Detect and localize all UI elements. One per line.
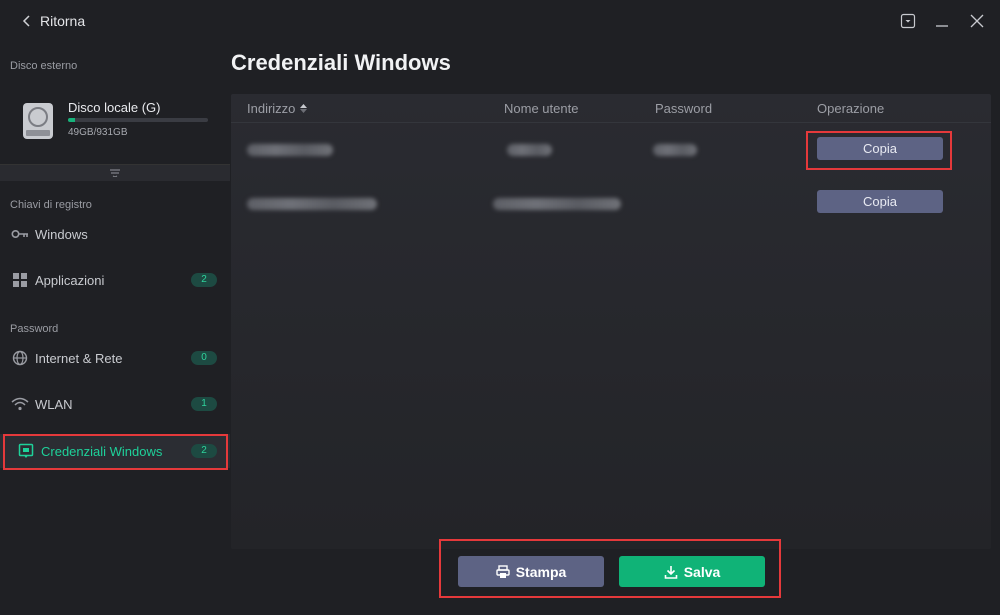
disk-size: 49GB/931GB — [68, 127, 128, 138]
copy-button[interactable]: Copia — [817, 190, 943, 213]
column-header-operation: Operazione — [817, 101, 885, 116]
back-label: Ritorna — [40, 13, 86, 29]
hard-disk-icon — [23, 103, 53, 139]
redacted-address — [247, 198, 377, 210]
close-button[interactable] — [966, 10, 988, 32]
minimize-button[interactable] — [931, 10, 953, 32]
close-icon — [970, 14, 984, 28]
sidebar: Disco esterno Disco locale (G) 49GB/931G… — [0, 42, 230, 615]
disk-usage-fill — [68, 118, 76, 122]
sidebar-item-label: Applicazioni — [35, 272, 105, 288]
sidebar-item-label: Windows — [35, 226, 88, 242]
copy-button[interactable]: Copia — [817, 137, 943, 160]
sidebar-item-wlan[interactable]: WLAN 1 — [0, 387, 230, 421]
password-section-label: Password — [10, 323, 59, 335]
grid-icon — [11, 271, 29, 289]
sidebar-item-internet[interactable]: Internet & Rete 0 — [0, 341, 230, 375]
sidebar-item-label: Internet & Rete — [35, 350, 123, 366]
page-title: Credenziali Windows — [231, 50, 451, 75]
chevron-left-icon — [22, 15, 30, 27]
column-header-username: Nome utente — [504, 101, 579, 116]
redacted-password — [653, 144, 697, 156]
sidebar-item-label: WLAN — [35, 396, 73, 412]
disk-name: Disco locale (G) — [68, 100, 161, 115]
key-icon — [11, 225, 29, 243]
dropdown-menu-button[interactable] — [897, 10, 919, 32]
sidebar-item-label: Credenziali Windows — [41, 443, 163, 459]
sidebar-item-applications[interactable]: Applicazioni 2 — [0, 263, 230, 297]
count-badge: 2 — [191, 444, 217, 458]
save-label: Salva — [683, 563, 721, 580]
credentials-table: Indirizzo Nome utente Password Operazion… — [231, 94, 991, 549]
column-header-password: Password — [655, 101, 713, 116]
save-button[interactable]: Salva — [619, 556, 765, 587]
disk-usage-bar — [68, 118, 208, 122]
column-header-address[interactable]: Indirizzo — [247, 101, 308, 116]
globe-icon — [11, 349, 29, 367]
redacted-username — [493, 198, 621, 210]
sidebar-item-windows-credentials[interactable]: Credenziali Windows 2 — [0, 434, 230, 468]
chevron-down-icon — [110, 169, 120, 177]
disk-item[interactable]: Disco locale (G) 49GB/931GB — [22, 98, 212, 148]
dropdown-box-icon — [900, 13, 916, 29]
table-header: Indirizzo Nome utente Password Operazion… — [231, 94, 991, 123]
minimize-icon — [936, 25, 948, 27]
external-disk-section-label: Disco esterno — [10, 60, 78, 72]
printer-icon — [496, 564, 510, 578]
count-badge: 2 — [191, 273, 217, 287]
collapse-toggle[interactable] — [0, 164, 230, 181]
redacted-username — [507, 144, 552, 156]
redacted-address — [247, 144, 333, 156]
sort-icon — [300, 104, 308, 113]
sidebar-item-windows[interactable]: Windows — [0, 217, 230, 251]
download-icon — [664, 565, 678, 579]
credential-icon — [17, 442, 35, 460]
count-badge: 1 — [191, 397, 217, 411]
count-badge: 0 — [191, 351, 217, 365]
print-button[interactable]: Stampa — [458, 556, 604, 587]
wifi-icon — [11, 395, 29, 413]
registry-section-label: Chiavi di registro — [10, 199, 92, 211]
print-label: Stampa — [515, 563, 567, 580]
back-button[interactable]: Ritorna — [22, 10, 85, 32]
